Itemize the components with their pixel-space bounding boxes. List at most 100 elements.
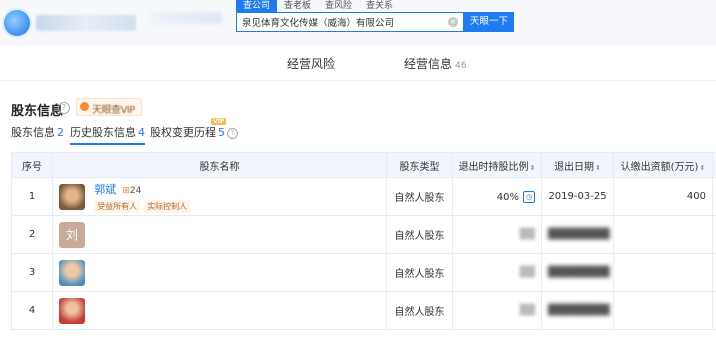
- subtab-equity-label: 股权变更历程: [150, 126, 216, 139]
- table-row: 1 郭斌 ⊞24 受益所有人 实际控制人 自然人股东 40% ◷ 2019-03-2…: [11, 177, 716, 216]
- vip-feature-badge[interactable]: 天眼查VIP: [76, 98, 142, 116]
- shareholder-cell: 刘: [52, 215, 387, 254]
- shareholder-name-link[interactable]: 郭斌: [94, 183, 116, 196]
- truncated-cell: [712, 215, 716, 254]
- subtab-shareholders-label: 股东信息: [11, 126, 55, 139]
- blurred-ratio: ██: [519, 305, 535, 316]
- sort-icon: ⬍: [699, 163, 706, 172]
- clear-icon[interactable]: ×: [448, 17, 458, 27]
- exit-ratio: ██: [452, 215, 542, 254]
- subscribed-amount: [613, 253, 713, 292]
- exit-ratio: 40% ◷: [452, 177, 542, 216]
- search-tab-boss[interactable]: 查老板: [277, 0, 318, 12]
- blurred-ratio: ██: [519, 229, 535, 240]
- row-index: 1: [11, 177, 53, 216]
- tag-beneficial-owner[interactable]: 受益所有人: [94, 199, 141, 213]
- avatar[interactable]: [59, 297, 85, 324]
- exit-date: 2019-03-25: [541, 177, 614, 216]
- related-count: 24: [129, 185, 142, 196]
- section-nav: 经营风险 经营信息 46: [0, 46, 716, 81]
- avatar[interactable]: [59, 259, 85, 286]
- exit-date: ████████: [541, 291, 614, 330]
- nav-business-info-count: 46: [455, 61, 467, 71]
- sort-icon: ⬍: [529, 163, 536, 172]
- col-shareholder-type: 股东类型: [386, 152, 453, 178]
- search-box: ×: [236, 12, 464, 32]
- nav-business-risk-label: 经营风险: [287, 57, 336, 71]
- shareholder-type: 自然人股东: [386, 177, 453, 216]
- header-blurred-text: [150, 12, 222, 24]
- blurred-ratio: ██: [519, 267, 535, 278]
- history-clock-icon[interactable]: ◷: [523, 190, 535, 203]
- vip-blurred-label: 天眼查VIP: [92, 105, 135, 116]
- vip-dot-icon: [80, 102, 89, 111]
- shareholder-cell: [52, 253, 387, 292]
- help-icon[interactable]: ?: [58, 102, 70, 114]
- exit-ratio-value: 40%: [496, 191, 519, 203]
- table-row: 2 刘 自然人股东 ██ ████████: [11, 215, 716, 254]
- logo-icon: [4, 10, 30, 36]
- company-icon: ⊞: [122, 185, 130, 196]
- truncated-cell: [712, 177, 716, 216]
- blurred-date: ████████: [548, 305, 610, 316]
- section-title: 股东信息: [11, 104, 64, 119]
- equity-help-icon[interactable]: ?: [227, 128, 238, 139]
- subtab-equity-count: 5: [218, 126, 225, 139]
- shareholder-cell: [52, 291, 387, 330]
- search-type-tabs: 查公司 查老板 查风险 查关系: [236, 0, 400, 12]
- tag-actual-controller[interactable]: 实际控制人: [144, 199, 191, 213]
- subscribed-amount: [613, 291, 713, 330]
- shareholder-type: 自然人股东: [386, 215, 453, 254]
- blurred-date: ████████: [548, 229, 610, 240]
- subtab-history-count: 4: [138, 126, 145, 139]
- site-logo[interactable]: [4, 6, 144, 40]
- top-bar: 查公司 查老板 查风险 查关系 × 天眼一下: [0, 0, 716, 47]
- search-tab-relation[interactable]: 查关系: [359, 0, 400, 12]
- blurred-date: ████████: [548, 267, 610, 278]
- row-index: 3: [11, 253, 53, 292]
- subtab-equity-changes[interactable]: 股权变更历程 5?: [150, 124, 238, 140]
- avatar[interactable]: [59, 183, 85, 210]
- nav-business-risk[interactable]: 经营风险: [287, 55, 335, 72]
- subscribed-amount: 400: [613, 177, 713, 216]
- exit-ratio: ██: [452, 253, 542, 292]
- shareholder-type: 自然人股东: [386, 253, 453, 292]
- row-index: 2: [11, 215, 53, 254]
- history-shareholders-table: 序号 股东名称 股东类型 退出时持股比例⬍ 退出日期⬍ 认缴出资额(万元)⬍ 认…: [11, 152, 716, 330]
- table-row: 4 自然人股东 ██ ████████: [11, 291, 716, 330]
- subtab-shareholders[interactable]: 股东信息 2: [11, 124, 64, 140]
- shareholder-cell: 郭斌 ⊞24 受益所有人 实际控制人: [52, 177, 387, 216]
- col-shareholder-name: 股东名称: [52, 152, 387, 178]
- col-index: 序号: [11, 152, 53, 178]
- col-subscribed-amount[interactable]: 认缴出资额(万元)⬍: [613, 152, 713, 178]
- vip-label-badge: VIP: [211, 118, 227, 125]
- col-exit-date[interactable]: 退出日期⬍: [541, 152, 614, 178]
- search-button[interactable]: 天眼一下: [464, 12, 514, 32]
- subscribed-amount: [613, 215, 713, 254]
- exit-ratio: ██: [452, 291, 542, 330]
- col-truncated: 认: [712, 152, 716, 178]
- nav-business-info[interactable]: 经营信息 46: [404, 55, 466, 72]
- exit-date: ████████: [541, 253, 614, 292]
- search-tab-risk[interactable]: 查风险: [318, 0, 359, 12]
- row-index: 4: [11, 291, 53, 330]
- name-block: 郭斌 ⊞24 受益所有人 实际控制人: [94, 181, 194, 213]
- col-exit-date-label: 退出日期: [554, 161, 595, 173]
- exit-date: ████████: [541, 215, 614, 254]
- logo-text-blurred: [36, 15, 136, 31]
- related-count-badge[interactable]: ⊞24: [122, 186, 141, 196]
- search-tab-company[interactable]: 查公司: [236, 0, 278, 12]
- search-input[interactable]: [242, 14, 442, 30]
- col-subscribed-label: 认缴出资额(万元): [620, 161, 699, 173]
- truncated-cell: [712, 253, 716, 292]
- shareholder-type: 自然人股东: [386, 291, 453, 330]
- subtab-history-shareholders[interactable]: 历史股东信息 4: [70, 124, 145, 145]
- nav-business-info-label: 经营信息: [404, 57, 453, 71]
- subtab-shareholders-count: 2: [57, 126, 64, 139]
- sort-icon: ⬍: [595, 163, 601, 172]
- col-exit-ratio[interactable]: 退出时持股比例⬍: [452, 152, 542, 178]
- truncated-cell: [712, 291, 716, 330]
- col-exit-ratio-label: 退出时持股比例: [458, 161, 529, 173]
- avatar[interactable]: 刘: [59, 221, 85, 248]
- subtab-history-label: 历史股东信息: [70, 126, 136, 139]
